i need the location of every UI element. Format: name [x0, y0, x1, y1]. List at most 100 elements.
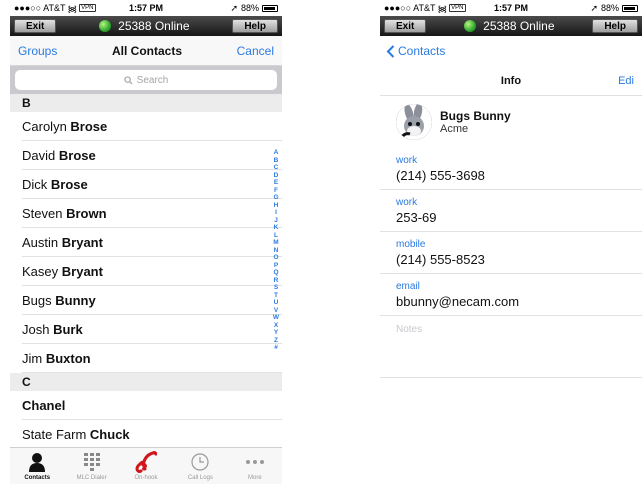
tab-bar: Contacts MLC Dialer On-hook Call Logs Mo…	[10, 447, 282, 484]
info-nav: Info Edi	[380, 66, 642, 96]
contact-row[interactable]: Dick Brose	[10, 170, 282, 199]
contact-info-screen: ●●●○○ AT&T ᯼ VPN 1:57 PM ➚ 88% Exit 25388…	[380, 0, 642, 484]
contact-last-name: Chuck	[89, 427, 130, 442]
search-input[interactable]: Search	[15, 70, 277, 90]
contact-first-name: Kasey	[22, 264, 59, 279]
index-letter[interactable]: Q	[273, 269, 278, 277]
tab-more[interactable]: More	[228, 448, 282, 484]
contact-first-name: Carolyn	[22, 119, 67, 134]
index-letter[interactable]: X	[274, 322, 278, 330]
location-icon: ➚	[230, 2, 238, 13]
help-button[interactable]: Help	[592, 19, 638, 33]
index-letter[interactable]: U	[274, 299, 279, 307]
back-label: Contacts	[398, 44, 446, 58]
index-letter[interactable]: T	[274, 292, 278, 300]
index-letter[interactable]: R	[274, 277, 279, 285]
index-letter[interactable]: K	[274, 224, 279, 232]
contact-row[interactable]: Steven Brown	[10, 199, 282, 228]
contact-field[interactable]: work 253-69	[380, 190, 642, 232]
clock-icon	[191, 453, 210, 471]
contact-last-name: Brose	[50, 177, 88, 192]
exit-button[interactable]: Exit	[14, 19, 57, 33]
contact-first-name: State Farm	[22, 427, 87, 442]
index-letter[interactable]: V	[274, 307, 278, 315]
battery-percent: 88%	[240, 3, 259, 13]
index-letter[interactable]: M	[273, 239, 278, 247]
index-letter[interactable]: H	[274, 202, 279, 210]
battery-icon	[262, 4, 278, 12]
contact-row[interactable]: Josh Burk	[10, 315, 282, 344]
alphabet-index[interactable]: A B C D E F G H I J K L M N O P Q R S T U V W X Y Z #	[272, 149, 280, 352]
avatar	[396, 104, 432, 140]
contact-row[interactable]: Jim Buxton	[10, 344, 282, 373]
contact-last-name: Bryant	[61, 235, 103, 250]
field-label: work	[396, 155, 418, 166]
tab-call-logs[interactable]: Call Logs	[173, 448, 227, 484]
contact-field[interactable]: mobile (214) 555-8523	[380, 232, 642, 274]
vpn-badge: VPN	[449, 4, 466, 12]
index-letter[interactable]: G	[273, 194, 278, 202]
search-placeholder: Search	[136, 74, 169, 86]
tab-label: MLC Dialer	[76, 475, 107, 481]
index-letter[interactable]: S	[274, 284, 278, 292]
contact-field[interactable]: work (214) 555-3698	[380, 148, 642, 190]
contact-field[interactable]: email bbunny@necam.com	[380, 274, 642, 316]
index-letter[interactable]: J	[274, 217, 278, 225]
tab-contacts[interactable]: Contacts	[10, 448, 64, 484]
index-letter[interactable]: Y	[274, 329, 278, 337]
help-button[interactable]: Help	[232, 19, 278, 33]
contact-row[interactable]: Carolyn Brose	[10, 112, 282, 141]
index-letter[interactable]: O	[273, 254, 278, 262]
index-letter[interactable]: E	[274, 179, 278, 187]
app-topbar: Exit 25388 Online Help	[10, 16, 282, 36]
index-letter[interactable]: C	[274, 164, 279, 172]
online-count: 25388 Online	[118, 19, 190, 33]
contacts-screen: ●●●○○ AT&T ᯼ VPN 1:57 PM ➚ 88% Exit 25388…	[10, 0, 282, 484]
info-title: Info	[500, 74, 522, 87]
index-letter[interactable]: F	[274, 187, 278, 195]
contact-last-name: Bryant	[61, 264, 103, 279]
contact-row[interactable]: Chanel	[10, 391, 282, 420]
index-letter[interactable]: W	[273, 314, 279, 322]
index-letter[interactable]: Z	[274, 337, 278, 345]
online-count: 25388 Online	[483, 19, 555, 33]
battery-percent: 88%	[600, 3, 619, 13]
contact-last-name: Brown	[66, 206, 107, 221]
index-letter[interactable]: N	[274, 247, 279, 255]
index-letter[interactable]: P	[274, 262, 278, 270]
exit-button[interactable]: Exit	[384, 19, 427, 33]
contact-row[interactable]: Kasey Bryant	[10, 257, 282, 286]
search-bar: Search	[10, 66, 282, 94]
notes-field[interactable]: Notes	[380, 316, 642, 378]
contact-first-name: Austin	[22, 235, 59, 250]
contact-list: B Carolyn Brose David Brose Dick Brose Steve…	[10, 94, 282, 449]
index-letter[interactable]: A	[274, 149, 279, 157]
chevron-left-icon	[386, 44, 395, 58]
contact-last-name: Brose	[58, 148, 96, 163]
app-topbar: Exit 25388 Online Help	[380, 16, 642, 36]
contact-row[interactable]: Austin Bryant	[10, 228, 282, 257]
index-letter[interactable]: B	[274, 157, 279, 165]
cancel-button[interactable]: Cancel	[237, 44, 274, 58]
index-letter[interactable]: L	[274, 232, 278, 240]
carrier-label: ●●●○○ AT&T	[14, 3, 66, 13]
index-letter[interactable]: D	[274, 172, 279, 180]
keypad-icon	[83, 453, 100, 471]
vpn-badge: VPN	[79, 4, 96, 12]
back-to-contacts-button[interactable]: Contacts	[386, 44, 445, 58]
person-icon	[29, 453, 46, 472]
edit-button[interactable]: Edi	[618, 75, 634, 87]
field-label: email	[396, 281, 420, 292]
info-back-nav: Contacts	[380, 36, 642, 66]
tab-on-hook[interactable]: On-hook	[119, 448, 173, 484]
index-letter[interactable]: #	[274, 344, 278, 352]
contact-row[interactable]: Bugs Bunny	[10, 286, 282, 315]
contact-first-name: Steven	[22, 206, 63, 221]
index-letter[interactable]: I	[275, 209, 277, 217]
contact-row[interactable]: State Farm Chuck	[10, 420, 282, 449]
ellipsis-icon	[245, 460, 264, 464]
contact-row[interactable]: David Brose	[10, 141, 282, 170]
tab-mlc-dialer[interactable]: MLC Dialer	[64, 448, 118, 484]
contact-first-name: David	[22, 148, 56, 163]
groups-button[interactable]: Groups	[18, 44, 57, 58]
